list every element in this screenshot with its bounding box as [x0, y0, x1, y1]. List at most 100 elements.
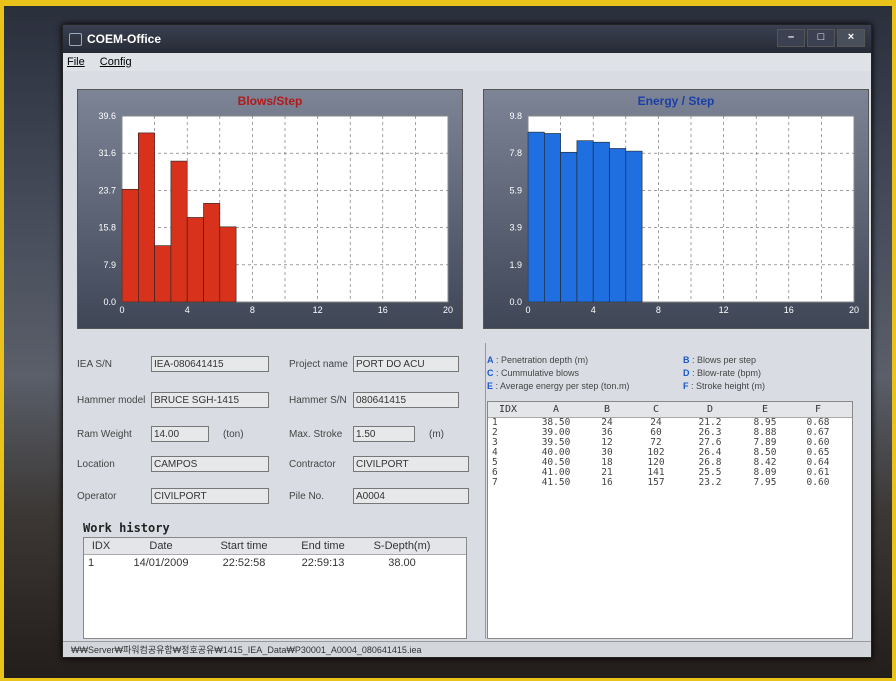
y-tick-label: 5.9 — [509, 185, 522, 195]
location-field[interactable]: CAMPOS — [151, 456, 269, 472]
maximize-button[interactable]: □ — [807, 29, 835, 47]
bar — [592, 141, 610, 303]
wh-cell-depth: 38.00 — [388, 557, 416, 569]
table-row[interactable]: 1 14/01/2009 22:52:58 22:59:13 38.00 — [84, 555, 466, 571]
bar — [186, 217, 204, 303]
wh-header-idx[interactable]: IDX — [84, 538, 118, 554]
project-name-label: Project name — [289, 359, 348, 370]
dt-header-a[interactable]: A — [528, 402, 584, 417]
x-tick-label: 8 — [656, 305, 661, 315]
window-controls: – □ × — [777, 29, 865, 47]
status-bar: ₩₩Server₩파워컴공유함₩정호공유₩1415_IEA_Data₩P3000… — [63, 641, 871, 657]
menu-config[interactable]: Config — [100, 56, 132, 68]
data-table-body: 1 38.50 24 24 21.2 8.95 0.68 2 39.00 36 60 26.3 8.88… — [488, 418, 852, 488]
legend-item: E : Average energy per step (ton.m) — [487, 381, 630, 391]
pile-no-field[interactable]: A0004 — [353, 488, 469, 504]
x-tick-label: 8 — [250, 305, 255, 315]
window-title: COEM-Office — [87, 32, 162, 46]
data-table-header: IDX A B C D E F — [488, 402, 852, 418]
operator-field[interactable]: CIVILPORT — [151, 488, 269, 504]
close-button[interactable]: × — [837, 29, 865, 47]
bar — [543, 133, 561, 303]
wh-cell-start: 22:52:58 — [222, 557, 266, 569]
data-table: IDX A B C D E F 1 38.50 24 24 21.2 8.95 0.68 2 3… — [487, 401, 853, 639]
iea-sn-field[interactable]: IEA-080641415 — [151, 356, 269, 372]
legend-key: F — [683, 381, 689, 391]
bar — [219, 226, 237, 303]
legend-item: A : Penetration depth (m) — [487, 355, 589, 365]
y-tick-label: 39.6 — [98, 111, 116, 121]
wh-header-end[interactable]: End time — [284, 538, 362, 554]
legend-item: F : Stroke height (m) — [683, 381, 766, 391]
y-tick-label: 0.0 — [103, 297, 116, 307]
dt-header-c[interactable]: C — [630, 402, 682, 417]
max-stroke-label: Max. Stroke — [289, 429, 343, 440]
x-tick-label: 12 — [719, 305, 729, 315]
table-row[interactable]: 7 41.50 16 157 23.2 7.95 0.60 — [488, 478, 852, 488]
x-tick-label: 0 — [525, 305, 530, 315]
wh-header-start[interactable]: Start time — [204, 538, 284, 554]
hammer-model-label: Hammer model — [77, 395, 146, 406]
operator-label: Operator — [77, 491, 117, 502]
legend-text: Blows per step — [697, 355, 757, 365]
contractor-field[interactable]: CIVILPORT — [353, 456, 469, 472]
wh-cell-date: 14/01/2009 — [133, 557, 189, 569]
panel-divider — [485, 343, 486, 639]
location-label: Location — [77, 459, 115, 470]
legend: A : Penetration depth (m) B : Blows per … — [487, 355, 867, 399]
minimize-button[interactable]: – — [777, 29, 805, 47]
legend-text: Stroke height (m) — [696, 381, 766, 391]
energy-chart: 0.0 1.9 3.9 5.9 7.8 9.8 0 4 8 12 16 20 — [509, 111, 859, 315]
bar — [625, 150, 643, 303]
ram-weight-field[interactable]: 14.00 — [151, 426, 209, 442]
legend-key: B — [683, 355, 690, 365]
y-tick-label: 1.9 — [509, 260, 522, 270]
y-tick-label: 0.0 — [509, 297, 522, 307]
legend-text: Blow-rate (bpm) — [697, 368, 762, 378]
dt-header-idx[interactable]: IDX — [488, 402, 528, 417]
y-tick-label: 15.8 — [98, 223, 116, 233]
legend-key: E — [487, 381, 494, 391]
wh-header-depth[interactable]: S-Depth(m) — [362, 538, 442, 554]
max-stroke-field[interactable]: 1.50 — [353, 426, 415, 442]
y-tick-label: 7.8 — [509, 148, 522, 158]
x-tick-label: 16 — [378, 305, 388, 315]
bar — [560, 151, 578, 303]
project-name-field[interactable]: PORT DO ACU — [353, 356, 459, 372]
title-bar[interactable]: COEM-Office – □ × — [63, 25, 871, 53]
x-tick-label: 4 — [591, 305, 596, 315]
x-tick-label: 20 — [443, 305, 453, 315]
work-history-title: Work history — [83, 521, 170, 535]
dt-header-e[interactable]: E — [738, 402, 792, 417]
x-tick-label: 12 — [313, 305, 323, 315]
hammer-sn-field[interactable]: 080641415 — [353, 392, 459, 408]
menu-file[interactable]: File — [67, 56, 85, 68]
y-tick-label: 3.9 — [509, 223, 522, 233]
ram-weight-label: Ram Weight — [77, 429, 132, 440]
dt-header-d[interactable]: D — [682, 402, 738, 417]
hammer-model-field[interactable]: BRUCE SGH-1415 — [151, 392, 269, 408]
table-cell: 157 — [647, 477, 665, 488]
dt-header-f[interactable]: F — [792, 402, 844, 417]
bar — [154, 245, 172, 303]
ram-weight-unit: (ton) — [223, 429, 244, 440]
x-tick-label: 20 — [849, 305, 859, 315]
bar — [576, 140, 594, 303]
x-tick-label: 4 — [185, 305, 190, 315]
legend-item: D : Blow-rate (bpm) — [683, 368, 762, 378]
pile-no-label: Pile No. — [289, 491, 325, 502]
hammer-sn-label: Hammer S/N — [289, 395, 347, 406]
legend-key: D — [683, 368, 690, 378]
wh-header-date[interactable]: Date — [118, 538, 204, 554]
y-tick-label: 9.8 — [509, 111, 522, 121]
legend-key: A — [487, 355, 494, 365]
x-tick-label: 16 — [784, 305, 794, 315]
dt-header-b[interactable]: B — [584, 402, 630, 417]
menu-bar: File Config — [63, 53, 871, 71]
bar — [170, 160, 188, 303]
table-cell: 23.2 — [698, 477, 722, 488]
wh-cell-idx: 1 — [88, 557, 95, 569]
y-tick-label: 31.6 — [98, 148, 116, 158]
legend-item: C : Cummulative blows — [487, 368, 580, 378]
legend-text: Penetration depth (m) — [501, 355, 589, 365]
